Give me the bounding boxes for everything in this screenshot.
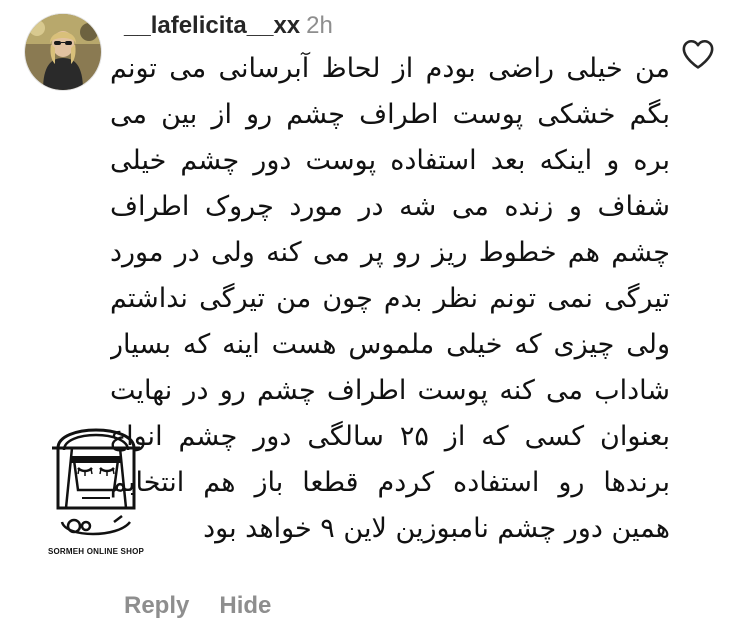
comment-line: شاداب می کنه پوست اطراف چشم رو در نهایت — [110, 375, 670, 406]
comment-line: تیرگی نمی تونم نظر بدم چون من تیرگی نداش… — [110, 283, 670, 314]
username[interactable]: __lafelicita__xx — [124, 12, 300, 39]
reply-button[interactable]: Reply — [124, 592, 189, 619]
comment-line: ولی چیزی که خیلی ملموس هست اینه که بسیار — [110, 329, 670, 360]
comment-line: بره و اینکه بعد استفاده پوست دور چشم خیل… — [110, 145, 670, 176]
comment-line: شفاف و زنده می شه در مورد چروک اطراف — [110, 191, 670, 222]
comment-actions: Reply Hide — [124, 590, 271, 622]
comment-line: من خیلی راضی بودم از لحاظ آبرسانی می تون… — [110, 53, 670, 84]
comment-text: من خیلی راضی بودم از لحاظ آبرسانی می تون… — [110, 46, 670, 552]
timestamp: 2h — [306, 12, 333, 39]
comment-line: برندها رو استفاده کردم قطعا باز هم انتخا… — [110, 467, 670, 498]
comment-line: چشم هم خطوط ریز رو پر می کنه ولی در مورد — [110, 237, 670, 268]
comment-line: بعنوان کسی که از ۲۵ سالگی دور چشم انواع — [110, 421, 670, 452]
avatar[interactable] — [24, 13, 102, 91]
comment-header: __lafelicita__xx 2h — [124, 12, 333, 40]
comment-line: همین دور چشم نامبوزین لاین ۹ خواهد بود — [203, 513, 670, 544]
avatar-photo — [25, 14, 101, 90]
comment-line: بگم خشکی پوست اطراف چشم رو از بین می — [110, 99, 670, 130]
hide-button[interactable]: Hide — [219, 592, 271, 619]
watermark-text: SORMEH ONLINE SHOP — [47, 547, 145, 556]
watermark-logo — [52, 428, 140, 536]
heart-outline-icon[interactable] — [681, 38, 715, 70]
